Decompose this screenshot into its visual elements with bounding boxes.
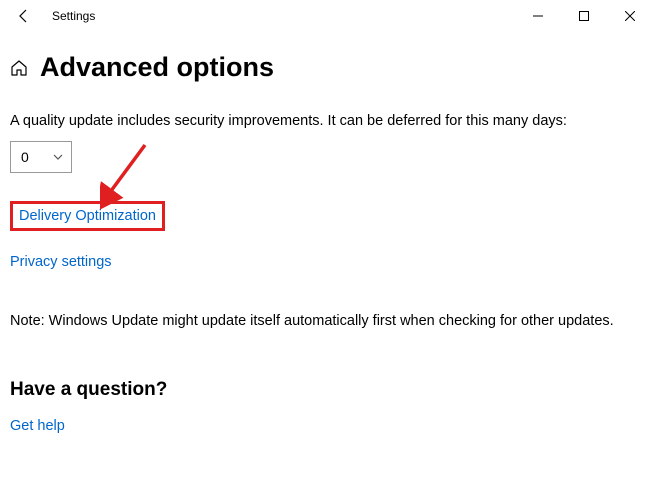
privacy-settings-link[interactable]: Privacy settings xyxy=(10,254,112,270)
get-help-link[interactable]: Get help xyxy=(10,418,65,434)
deferral-description: A quality update includes security impro… xyxy=(10,113,643,129)
annotation-highlight-box: Delivery Optimization xyxy=(10,201,165,231)
titlebar: Settings xyxy=(0,0,653,32)
close-icon xyxy=(625,11,635,21)
back-button[interactable] xyxy=(8,0,40,32)
home-icon[interactable] xyxy=(10,59,28,77)
question-heading: Have a question? xyxy=(10,379,643,401)
minimize-icon xyxy=(533,11,543,21)
deferral-days-value: 0 xyxy=(21,149,29,165)
maximize-button[interactable] xyxy=(561,0,607,32)
page-title: Advanced options xyxy=(40,52,274,83)
maximize-icon xyxy=(579,11,589,21)
page-header: Advanced options xyxy=(10,52,643,83)
update-note: Note: Windows Update might update itself… xyxy=(10,313,643,329)
deferral-days-dropdown[interactable]: 0 xyxy=(10,141,72,173)
window-title: Settings xyxy=(52,9,95,23)
content-area: Advanced options A quality update includ… xyxy=(0,32,653,435)
back-arrow-icon xyxy=(16,8,32,24)
minimize-button[interactable] xyxy=(515,0,561,32)
chevron-down-icon xyxy=(53,154,63,160)
window-controls xyxy=(515,0,653,32)
delivery-optimization-link[interactable]: Delivery Optimization xyxy=(19,208,156,224)
close-button[interactable] xyxy=(607,0,653,32)
